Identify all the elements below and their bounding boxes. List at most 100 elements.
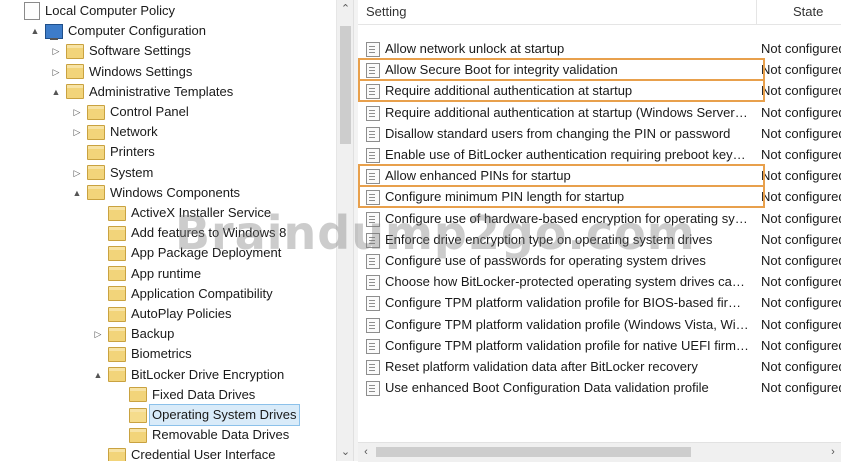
- policy-setting-icon: [366, 105, 380, 121]
- table-row[interactable]: Allow network unlock at startup Not confi…: [358, 38, 841, 59]
- policy-setting-icon: [366, 190, 380, 206]
- table-row[interactable]: Disallow standard users from changing th…: [358, 123, 841, 144]
- tree-node[interactable]: Removable Data Drives: [113, 425, 289, 445]
- expand-arrow-icon[interactable]: ▷: [71, 163, 83, 183]
- tree-node[interactable]: ▷ Control Panel: [71, 102, 189, 122]
- tree-node[interactable]: ▷ System: [71, 163, 153, 183]
- tree-node[interactable]: ▷ Network: [71, 122, 158, 142]
- scroll-down-arrow-icon[interactable]: ⌄: [337, 443, 354, 461]
- policy-setting-icon: [366, 84, 380, 100]
- tree-node[interactable]: ▷ Windows Settings: [50, 62, 192, 82]
- list-horizontal-scrollbar[interactable]: ‹ ›: [358, 442, 841, 462]
- tree-node[interactable]: ▲ BitLocker Drive Encryption: [92, 365, 284, 385]
- tree-node-label: BitLocker Drive Encryption: [131, 366, 285, 382]
- scroll-right-arrow-icon[interactable]: ›: [825, 443, 841, 462]
- setting-state: Not configured: [761, 380, 841, 396]
- tree-node-label: Administrative Templates: [89, 83, 234, 99]
- table-row[interactable]: Allow enhanced PINs for startup Not confi…: [358, 165, 841, 186]
- expand-arrow-icon[interactable]: ▷: [71, 122, 83, 142]
- tree-node[interactable]: ▲ Administrative Templates: [50, 82, 233, 102]
- expand-arrow-icon[interactable]: ▷: [71, 102, 83, 122]
- tree-node-label: Removable Data Drives: [152, 427, 290, 443]
- setting-name: Configure TPM platform validation profil…: [385, 316, 751, 332]
- column-header-state[interactable]: State: [756, 0, 841, 24]
- tree-node-label: AutoPlay Policies: [131, 306, 232, 321]
- setting-name: Enable use of BitLocker authentication r…: [385, 147, 751, 162]
- setting-name: Allow enhanced PINs for startup: [385, 168, 571, 184]
- tree-node-label: Control Panel: [110, 104, 189, 119]
- policy-setting-icon: [366, 275, 380, 291]
- expand-arrow-icon[interactable]: ▷: [92, 324, 104, 344]
- setting-name: Configure TPM platform validation profil…: [385, 337, 751, 353]
- setting-name: Configure TPM platform validation profil…: [385, 295, 751, 311]
- tree-node[interactable]: App runtime: [92, 264, 201, 284]
- tree-node[interactable]: Credential User Interface: [92, 445, 276, 461]
- expand-arrow-icon[interactable]: ▷: [50, 41, 62, 61]
- setting-state: Not configured: [761, 210, 841, 226]
- table-row[interactable]: Configure TPM platform validation profil…: [358, 335, 841, 356]
- table-row[interactable]: Choose how BitLocker-protected operating…: [358, 271, 841, 292]
- tree-node[interactable]: Operating System Drives: [113, 404, 300, 426]
- table-row[interactable]: Enable use of BitLocker authentication r…: [358, 144, 841, 165]
- tree-node-label: Biometrics: [131, 346, 192, 362]
- tree-node[interactable]: ▷ Software Settings: [50, 41, 191, 61]
- scroll-left-arrow-icon[interactable]: ‹: [358, 443, 374, 462]
- tree-node-label: Application Compatibility: [131, 285, 273, 301]
- setting-state: Not configured: [761, 274, 841, 290]
- setting-name: Require additional authentication at sta…: [385, 83, 633, 99]
- tree-node[interactable]: Local Computer Policy: [8, 1, 175, 21]
- list-scroll-thumb[interactable]: [376, 447, 691, 457]
- table-row[interactable]: Require additional authentication at sta…: [358, 80, 841, 101]
- expand-arrow-icon[interactable]: ▷: [50, 62, 62, 82]
- policy-setting-icon: [366, 317, 380, 333]
- folder-icon: [108, 286, 126, 302]
- table-row[interactable]: Configure TPM platform validation profil…: [358, 314, 841, 335]
- table-row[interactable]: Require additional authentication at sta…: [358, 102, 841, 123]
- folder-icon: [108, 266, 126, 282]
- setting-state: Not configured: [761, 189, 841, 205]
- tree-node[interactable]: Fixed Data Drives: [113, 385, 255, 405]
- setting-state: Not configured: [761, 231, 841, 247]
- setting-name: Allow Secure Boot for integrity validati…: [385, 62, 618, 78]
- table-row[interactable]: Reset platform validation data after Bit…: [358, 356, 841, 377]
- collapse-arrow-icon[interactable]: ▲: [29, 21, 41, 41]
- collapse-arrow-icon[interactable]: ▲: [92, 365, 104, 385]
- tree-node[interactable]: Printers: [71, 142, 155, 162]
- tree-node[interactable]: ▲ Computer Configuration: [29, 21, 206, 41]
- collapse-arrow-icon[interactable]: ▲: [71, 183, 83, 203]
- policy-setting-icon: [366, 148, 380, 163]
- setting-name: Configure minimum PIN length for startup: [385, 189, 625, 205]
- folder-icon: [108, 245, 126, 261]
- policy-setting-icon: [366, 126, 380, 142]
- tree-node[interactable]: Application Compatibility: [92, 284, 273, 304]
- tree-node[interactable]: Biometrics: [92, 344, 192, 364]
- setting-state: Not configured: [761, 83, 841, 99]
- list-column-header: Setting State: [358, 0, 841, 25]
- collapse-arrow-icon[interactable]: ▲: [50, 82, 62, 102]
- setting-name: Require additional authentication at sta…: [385, 104, 751, 120]
- folder-icon: [87, 185, 105, 201]
- tree-node-label: Printers: [110, 144, 155, 160]
- tree-node[interactable]: AutoPlay Policies: [92, 304, 231, 324]
- tree-scroll-thumb[interactable]: [340, 26, 351, 144]
- table-row[interactable]: Configure TPM platform validation profil…: [358, 292, 841, 313]
- scroll-up-arrow-icon[interactable]: ⌃: [337, 0, 354, 18]
- setting-name: Use enhanced Boot Configuration Data val…: [385, 380, 709, 396]
- setting-state: Not configured: [761, 41, 841, 56]
- tree-node[interactable]: ▷ Backup: [92, 324, 174, 344]
- setting-name: Allow network unlock at startup: [385, 41, 565, 56]
- table-row[interactable]: Configure minimum PIN length for startup…: [358, 186, 841, 207]
- table-row[interactable]: Use enhanced Boot Configuration Data val…: [358, 377, 841, 398]
- setting-state: Not configured: [761, 295, 841, 311]
- folder-icon: [87, 124, 105, 140]
- policy-setting-icon: [366, 360, 380, 375]
- tree-node-label: Windows Components: [110, 184, 241, 200]
- policy-setting-icon: [366, 296, 380, 312]
- setting-state: Not configured: [761, 147, 841, 162]
- folder-icon: [129, 427, 147, 443]
- setting-state: Not configured: [761, 104, 841, 120]
- setting-state: Not configured: [761, 337, 841, 353]
- column-header-setting[interactable]: Setting: [366, 0, 406, 24]
- tree-node[interactable]: ▲ Windows Components: [71, 183, 240, 203]
- table-row[interactable]: Allow Secure Boot for integrity validati…: [358, 59, 841, 80]
